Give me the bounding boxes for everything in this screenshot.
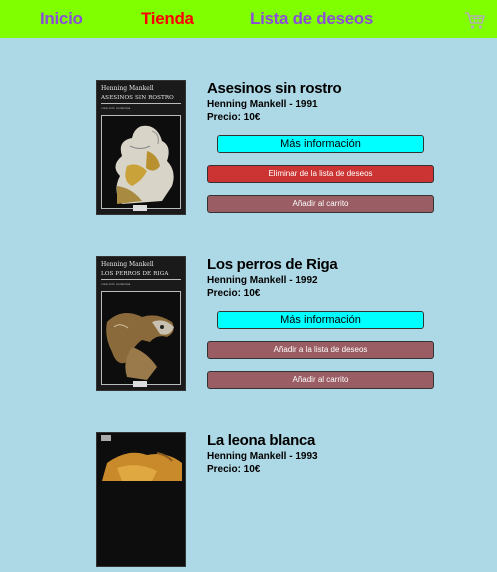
cover-collection-text: colección andanzas (101, 106, 131, 110)
remove-from-wishlist-button[interactable]: Eliminar de la lista de deseos (207, 165, 434, 183)
cover-artwork (101, 115, 181, 209)
book-cover-image: Henning Mankell LOS PERROS DE RIGA colec… (96, 256, 186, 391)
book-author-year: Henning Mankell - 1992 (207, 275, 318, 286)
book-card: La leona blanca Henning Mankell - 1993 P… (96, 432, 456, 572)
cover-title-text: LOS PERROS DE RIGA (101, 271, 169, 277)
book-title: Asesinos sin rostro (207, 80, 342, 97)
cover-collection-text: colección andanzas (101, 282, 131, 286)
book-cover-image: Henning Mankell ASESINOS SIN ROSTRO cole… (96, 80, 186, 215)
book-card: Henning Mankell LOS PERROS DE RIGA colec… (96, 256, 456, 396)
add-to-cart-button[interactable]: Añadir al carrito (207, 371, 434, 389)
top-navbar: Inicio Tienda Lista de deseos (0, 0, 497, 38)
book-title: Los perros de Riga (207, 256, 338, 273)
nav-link-inicio[interactable]: Inicio (40, 8, 83, 30)
cover-divider (101, 279, 181, 280)
book-title: La leona blanca (207, 432, 316, 449)
nav-link-lista-deseos[interactable]: Lista de deseos (250, 8, 373, 30)
cover-title-text: ASESINOS SIN ROSTRO (101, 95, 174, 101)
book-price: Precio: 10€ (207, 288, 261, 299)
nav-link-tienda[interactable]: Tienda (141, 8, 194, 30)
publisher-logo (133, 381, 147, 387)
publisher-logo (133, 205, 147, 211)
cover-author-text: Henning Mankell (101, 261, 154, 268)
book-price: Precio: 10€ (207, 464, 261, 475)
book-author-year: Henning Mankell - 1993 (207, 451, 318, 462)
cover-author-text: Henning Mankell (101, 85, 154, 92)
more-info-button[interactable]: Más información (217, 311, 424, 329)
book-author-year: Henning Mankell - 1991 (207, 99, 318, 110)
shopping-cart-icon[interactable] (464, 11, 486, 30)
cover-divider (101, 103, 181, 104)
more-info-button[interactable]: Más información (217, 135, 424, 153)
book-card: Henning Mankell ASESINOS SIN ROSTRO cole… (96, 80, 456, 220)
book-cover-image (96, 432, 186, 567)
cover-artwork (101, 291, 181, 385)
add-to-wishlist-button[interactable]: Añadir a la lista de deseos (207, 341, 434, 359)
add-to-cart-button[interactable]: Añadir al carrito (207, 195, 434, 213)
book-price: Precio: 10€ (207, 112, 261, 123)
